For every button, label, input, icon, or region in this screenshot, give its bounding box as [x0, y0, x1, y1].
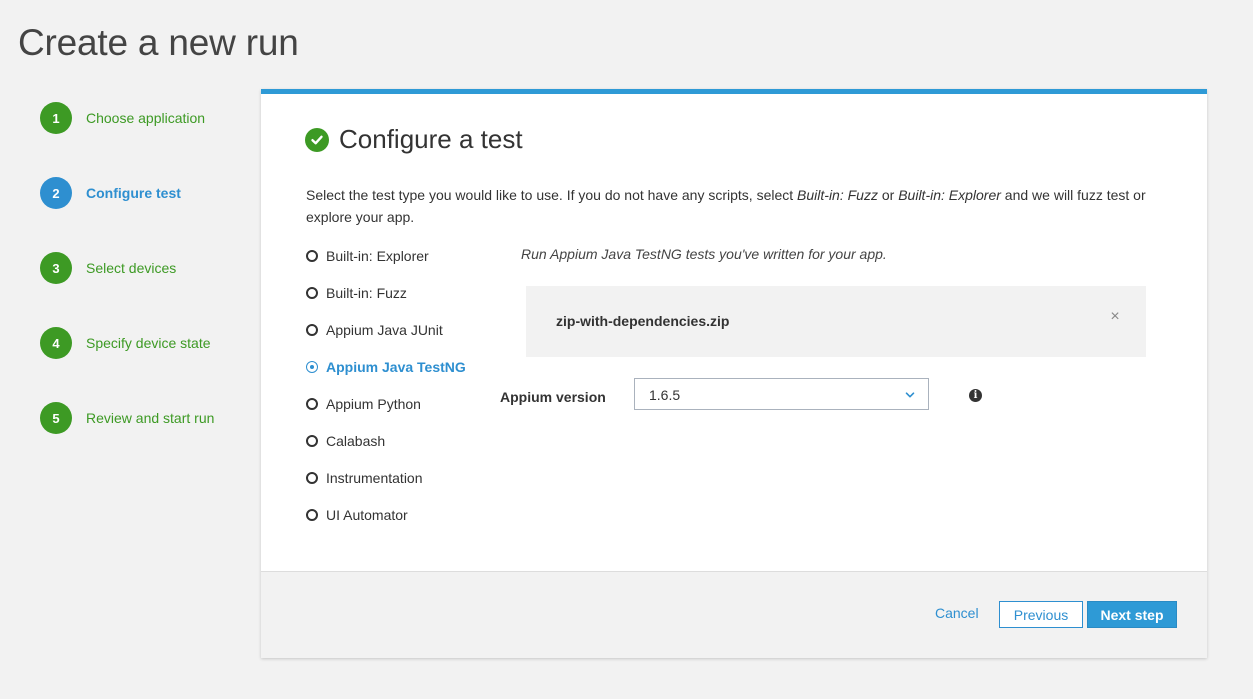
- step-number-badge: 3: [40, 252, 72, 284]
- radio-builtin-explorer[interactable]: Built-in: Explorer: [306, 246, 506, 266]
- step-number-badge: 2: [40, 177, 72, 209]
- close-icon[interactable]: ×: [1108, 308, 1122, 328]
- appium-version-label: Appium version: [500, 389, 606, 405]
- radio-icon[interactable]: [306, 398, 318, 410]
- step-review-and-start-run[interactable]: 5 Review and start run: [40, 402, 240, 434]
- radio-label: Appium Java TestNG: [326, 359, 466, 375]
- step-select-devices[interactable]: 3 Select devices: [40, 252, 240, 284]
- radio-calabash[interactable]: Calabash: [306, 431, 506, 451]
- panel-title: Configure a test: [339, 124, 523, 154]
- radio-label: Built-in: Explorer: [326, 248, 429, 264]
- configure-test-panel: Configure a test Select the test type yo…: [261, 89, 1207, 658]
- radio-instrumentation[interactable]: Instrumentation: [306, 468, 506, 488]
- radio-icon[interactable]: [306, 509, 318, 521]
- step-label: Configure test: [86, 185, 181, 201]
- radio-label: Appium Python: [326, 396, 421, 412]
- radio-icon[interactable]: [306, 361, 318, 373]
- cancel-button[interactable]: Cancel: [935, 605, 979, 621]
- panel-footer: Cancel Previous Next step: [261, 571, 1207, 658]
- radio-label: Built-in: Fuzz: [326, 285, 407, 301]
- intro-text: Select the test type you would like to u…: [306, 187, 1146, 225]
- radio-icon[interactable]: [306, 250, 318, 262]
- step-number-badge: 5: [40, 402, 72, 434]
- step-choose-application[interactable]: 1 Choose application: [40, 102, 240, 134]
- step-label: Specify device state: [86, 335, 211, 351]
- test-type-description: Run Appium Java TestNG tests you've writ…: [521, 246, 887, 262]
- appium-version-select[interactable]: 1.6.5: [634, 378, 929, 410]
- radio-icon[interactable]: [306, 287, 318, 299]
- radio-ui-automator[interactable]: UI Automator: [306, 505, 506, 525]
- step-label: Select devices: [86, 260, 177, 276]
- radio-label: Appium Java JUnit: [326, 322, 443, 338]
- radio-label: Calabash: [326, 433, 386, 449]
- radio-label: UI Automator: [326, 507, 408, 523]
- radio-icon[interactable]: [306, 472, 318, 484]
- step-number-badge: 4: [40, 327, 72, 359]
- radio-builtin-fuzz[interactable]: Built-in: Fuzz: [306, 283, 506, 303]
- step-configure-test[interactable]: 2 Configure test: [40, 177, 240, 209]
- next-step-button[interactable]: Next step: [1087, 601, 1177, 628]
- appium-version-value: 1.6.5: [649, 387, 681, 403]
- panel-heading: Configure a test: [305, 124, 523, 155]
- radio-icon[interactable]: [306, 324, 318, 336]
- previous-button[interactable]: Previous: [999, 601, 1083, 628]
- page-title: Create a new run: [18, 22, 299, 63]
- uploaded-file-name: zip-with-dependencies.zip: [556, 313, 730, 329]
- radio-appium-java-testng[interactable]: Appium Java TestNG: [306, 357, 506, 377]
- chevron-down-icon: [904, 388, 916, 400]
- uploaded-file-box: zip-with-dependencies.zip ×: [526, 286, 1146, 357]
- info-icon[interactable]: i: [969, 389, 982, 402]
- radio-label: Instrumentation: [326, 470, 423, 486]
- step-number-badge: 1: [40, 102, 72, 134]
- radio-icon[interactable]: [306, 435, 318, 447]
- radio-appium-python[interactable]: Appium Python: [306, 394, 506, 414]
- step-specify-device-state[interactable]: 4 Specify device state: [40, 327, 240, 359]
- check-circle-icon: [305, 127, 329, 152]
- step-label: Review and start run: [86, 410, 215, 426]
- radio-appium-java-junit[interactable]: Appium Java JUnit: [306, 320, 506, 340]
- step-label: Choose application: [86, 110, 206, 126]
